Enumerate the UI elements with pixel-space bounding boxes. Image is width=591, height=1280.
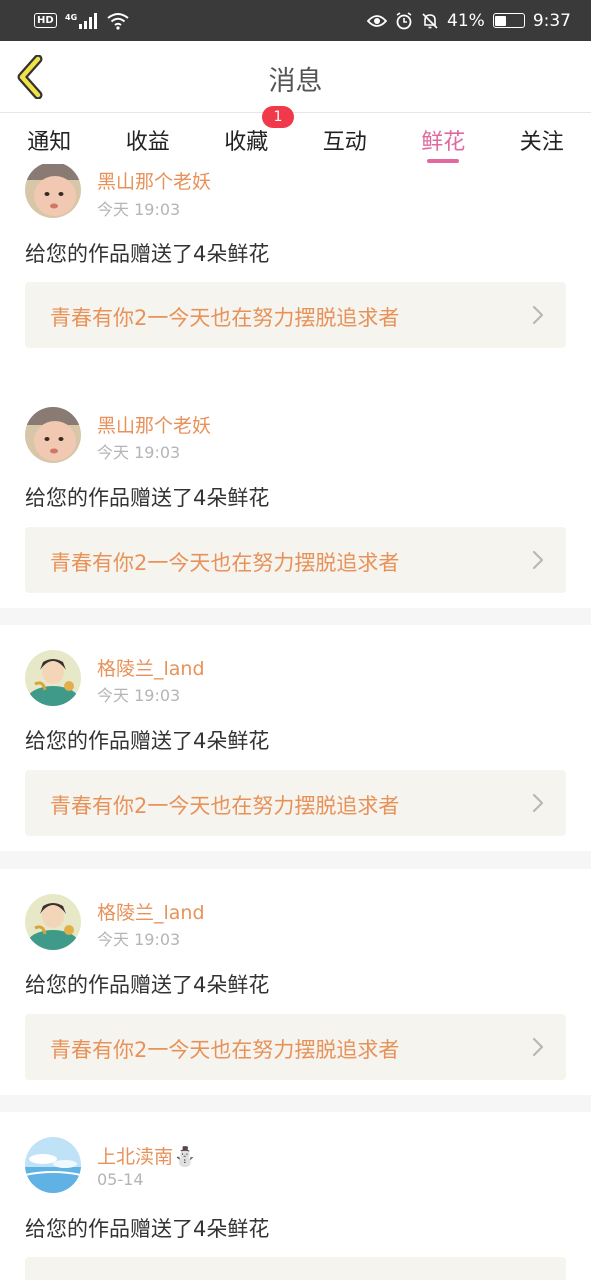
work-title: 青春有你2一今天也在努力摆脱追求者 xyxy=(50,794,400,818)
status-bar: HD 4G 41% 9:37 xyxy=(0,0,591,41)
work-link[interactable]: 青春有你2一今天也在努力摆脱追求者 xyxy=(25,1014,566,1080)
list-item: 上北渎南⛄ 05-14 给您的作品赠送了4朵鲜花 xyxy=(0,1112,591,1280)
avatar[interactable] xyxy=(25,407,81,463)
signal-icon: 4G xyxy=(65,12,97,29)
battery-percent: 41% xyxy=(447,10,485,31)
message-time: 05-14 xyxy=(97,1170,144,1189)
avatar[interactable] xyxy=(25,1137,81,1193)
tab-flowers[interactable]: 鲜花 xyxy=(394,114,493,164)
tab-label: 互动 xyxy=(322,130,367,155)
alarm-icon xyxy=(396,11,412,29)
page-title: 消息 xyxy=(268,66,323,97)
work-title: 青春有你2一今天也在努力摆脱追求者 xyxy=(50,551,400,575)
list-item: 格陵兰_land 今天 19:03 给您的作品赠送了4朵鲜花 青春有你2一今天也… xyxy=(0,625,591,851)
avatar[interactable] xyxy=(25,650,81,706)
list-item: 格陵兰_land 今天 19:03 给您的作品赠送了4朵鲜花 青春有你2一今天也… xyxy=(0,869,591,1095)
battery-fill xyxy=(495,15,506,26)
chevron-right-icon xyxy=(532,550,544,570)
network-label: 4G xyxy=(65,13,77,22)
sender-name[interactable]: 黑山那个老妖 xyxy=(97,411,211,438)
tab-earnings[interactable]: 收益 xyxy=(99,114,198,164)
message-text: 给您的作品赠送了4朵鲜花 xyxy=(25,242,270,266)
tab-interactions[interactable]: 互动 xyxy=(296,114,395,164)
tab-label: 收益 xyxy=(125,130,170,155)
anime-character-avatar xyxy=(25,894,81,950)
battery-icon xyxy=(492,13,525,28)
message-time: 今天 19:03 xyxy=(97,686,181,705)
message-text: 给您的作品赠送了4朵鲜花 xyxy=(25,729,270,753)
work-title: 青春有你2一今天也在努力摆脱追求者 xyxy=(50,1038,400,1062)
message-tabs: 通知 收益 收藏 互动 鲜花 关注 xyxy=(0,114,591,164)
list-item: 黑山那个老妖 今天 19:03 给您的作品赠送了4朵鲜花 青春有你2一今天也在努… xyxy=(0,164,591,389)
status-bar-left: HD 4G xyxy=(34,12,129,30)
work-title: 青春有你2一今天也在努力摆脱追求者 xyxy=(50,306,400,330)
baby-photo-avatar xyxy=(25,164,81,218)
wifi-icon xyxy=(107,12,129,30)
active-tab-indicator xyxy=(427,159,460,163)
avatar[interactable] xyxy=(25,164,81,218)
message-text: 给您的作品赠送了4朵鲜花 xyxy=(25,486,270,510)
anime-character-avatar xyxy=(25,650,81,706)
sender-name[interactable]: 上北渎南⛄ xyxy=(97,1142,197,1169)
message-time: 今天 19:03 xyxy=(97,930,181,949)
favorites-unread-badge: 1 xyxy=(262,106,294,128)
work-link[interactable] xyxy=(25,1257,566,1280)
tab-label: 鲜花 xyxy=(421,130,466,155)
chevron-right-icon xyxy=(532,1037,544,1057)
header-bar: 消息 xyxy=(0,41,591,113)
work-link[interactable]: 青春有你2一今天也在努力摆脱追求者 xyxy=(25,770,566,836)
sender-name[interactable]: 格陵兰_land xyxy=(97,654,205,681)
work-link[interactable]: 青春有你2一今天也在努力摆脱追求者 xyxy=(25,282,566,348)
status-bar-right: 41% 9:37 xyxy=(367,11,571,31)
message-time: 今天 19:03 xyxy=(97,200,181,219)
tab-label: 通知 xyxy=(27,130,72,155)
tab-notice[interactable]: 通知 xyxy=(0,114,99,164)
tab-label: 关注 xyxy=(519,130,564,155)
flower-message-list[interactable]: 黑山那个老妖 今天 19:03 给您的作品赠送了4朵鲜花 青春有你2一今天也在努… xyxy=(0,164,591,1280)
chevron-right-icon xyxy=(532,305,544,325)
mute-bell-icon xyxy=(422,12,438,29)
list-item: 黑山那个老妖 今天 19:03 给您的作品赠送了4朵鲜花 青春有你2一今天也在努… xyxy=(0,382,591,608)
eye-icon xyxy=(367,14,388,27)
tab-label: 收藏 xyxy=(224,130,269,155)
sender-name[interactable]: 格陵兰_land xyxy=(97,898,205,925)
sender-name[interactable]: 黑山那个老妖 xyxy=(97,167,211,194)
work-link[interactable]: 青春有你2一今天也在努力摆脱追求者 xyxy=(25,527,566,593)
baby-photo-avatar xyxy=(25,407,81,463)
clock-time: 9:37 xyxy=(532,10,571,31)
avatar[interactable] xyxy=(25,894,81,950)
hd-icon: HD xyxy=(34,13,57,28)
message-time: 今天 19:03 xyxy=(97,443,181,462)
tab-following[interactable]: 关注 xyxy=(493,114,591,164)
chevron-right-icon xyxy=(532,793,544,813)
message-text: 给您的作品赠送了4朵鲜花 xyxy=(25,973,270,997)
sky-photo-avatar xyxy=(25,1137,81,1193)
message-text: 给您的作品赠送了4朵鲜花 xyxy=(25,1217,270,1241)
